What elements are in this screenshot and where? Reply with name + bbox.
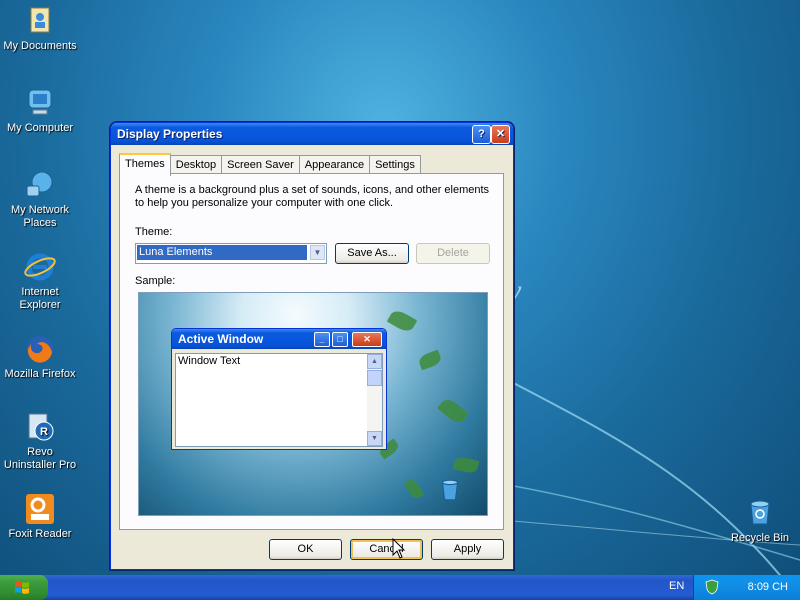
network-places-icon [26, 171, 53, 197]
my-computer-icon [28, 89, 52, 115]
scroll-thumb [367, 370, 382, 386]
scroll-up-icon: ▲ [367, 354, 382, 369]
cancel-button[interactable]: Cancel [350, 539, 423, 560]
windows-logo-icon [15, 581, 29, 594]
theme-select-value: Luna Elements [137, 245, 307, 260]
desktop-icon-firefox[interactable]: Mozilla Firefox [0, 332, 80, 381]
sample-scrollbar: ▲ ▼ [367, 354, 382, 446]
theme-label: Theme: [135, 226, 173, 238]
scroll-down-icon: ▼ [367, 431, 382, 446]
sample-window-body: Window Text ▲ ▼ [175, 353, 383, 447]
theme-select[interactable]: Luna Elements ▼ [135, 243, 327, 264]
language-indicator[interactable]: EN [669, 580, 684, 592]
foxit-reader-icon [26, 494, 54, 524]
help-button[interactable]: ? [472, 125, 491, 144]
desktop-icon-my-documents[interactable]: My Documents [0, 4, 80, 53]
internet-explorer-icon [24, 253, 56, 281]
chevron-down-icon[interactable]: ▼ [310, 245, 325, 260]
start-button[interactable] [0, 575, 48, 600]
theme-sample-preview: Active Window _ □ ✕ Window Text ▲ ▼ [138, 292, 488, 516]
desktop-icon-network-places[interactable]: My Network Places [0, 168, 80, 230]
desktop-icon-label: Recycle Bin [730, 532, 790, 544]
desktop-icon-foxit-reader[interactable]: Foxit Reader [0, 492, 80, 541]
tab-strip: Themes Desktop Screen Saver Appearance S… [119, 153, 421, 176]
desktop-icon-recycle-bin[interactable]: Recycle Bin [720, 496, 800, 545]
my-documents-icon [30, 7, 50, 33]
recycle-bin-icon [441, 479, 459, 501]
desktop-icon-label: My Network Places [10, 204, 70, 229]
sample-active-window: Active Window _ □ ✕ Window Text ▲ ▼ [171, 328, 387, 450]
leaf-decoration [452, 455, 480, 475]
desktop-icon-label: Mozilla Firefox [4, 368, 76, 380]
desktop-icon-internet-explorer[interactable]: Internet Explorer [0, 250, 80, 312]
sample-label: Sample: [135, 275, 176, 287]
tab-screen-saver[interactable]: Screen Saver [221, 155, 300, 174]
tab-desktop[interactable]: Desktop [169, 155, 223, 174]
mouse-cursor-icon [392, 538, 406, 559]
save-as-button[interactable]: Save As... [335, 243, 409, 264]
desktop-icon-label: My Computer [6, 122, 74, 134]
window-title: Display Properties [117, 127, 223, 141]
desktop-icon-label: Revo Uninstaller Pro [3, 446, 77, 471]
delete-button[interactable]: Delete [416, 243, 490, 264]
themes-panel: A theme is a background plus a set of so… [119, 173, 504, 530]
revo-uninstaller-icon: R [28, 413, 54, 441]
desktop-icon-my-computer[interactable]: My Computer [0, 86, 80, 135]
sample-window-title-bar: Active Window _ □ ✕ [172, 329, 386, 349]
close-icon: ✕ [352, 332, 382, 347]
leaf-decoration [386, 307, 418, 335]
desktop-icon-label: Internet Explorer [19, 286, 61, 311]
recycle-bin-icon [750, 500, 770, 525]
maximize-icon: □ [332, 332, 348, 347]
taskbar-clock[interactable]: 8:09 CH [748, 581, 788, 593]
desktop-icon-revo-uninstaller[interactable]: R Revo Uninstaller Pro [0, 410, 80, 472]
system-tray: 8:09 CH [693, 575, 800, 600]
close-button[interactable]: ✕ [491, 125, 510, 144]
desktop-icon-label: Foxit Reader [8, 528, 72, 540]
firefox-icon [27, 336, 53, 363]
desktop-icon-label: My Documents [3, 40, 77, 52]
svg-text:R: R [40, 426, 48, 438]
sample-window-title: Active Window [178, 332, 264, 346]
display-properties-window: Display Properties ? ✕ Themes Desktop Sc… [110, 122, 514, 570]
minimize-icon: _ [314, 332, 330, 347]
leaf-decoration [437, 395, 469, 427]
security-shield-icon[interactable] [704, 579, 720, 595]
window-title-bar[interactable]: Display Properties ? ✕ [111, 123, 513, 145]
tab-settings[interactable]: Settings [369, 155, 421, 174]
theme-description: A theme is a background plus a set of so… [135, 184, 490, 209]
tab-appearance[interactable]: Appearance [298, 155, 371, 174]
help-icon: ? [478, 128, 485, 140]
tab-themes[interactable]: Themes [119, 153, 171, 176]
leaf-decoration [417, 349, 443, 371]
apply-button[interactable]: Apply [431, 539, 504, 560]
ok-button[interactable]: OK [269, 539, 342, 560]
leaf-decoration [403, 477, 425, 501]
close-icon: ✕ [495, 128, 506, 140]
sample-window-text: Window Text [178, 355, 241, 367]
